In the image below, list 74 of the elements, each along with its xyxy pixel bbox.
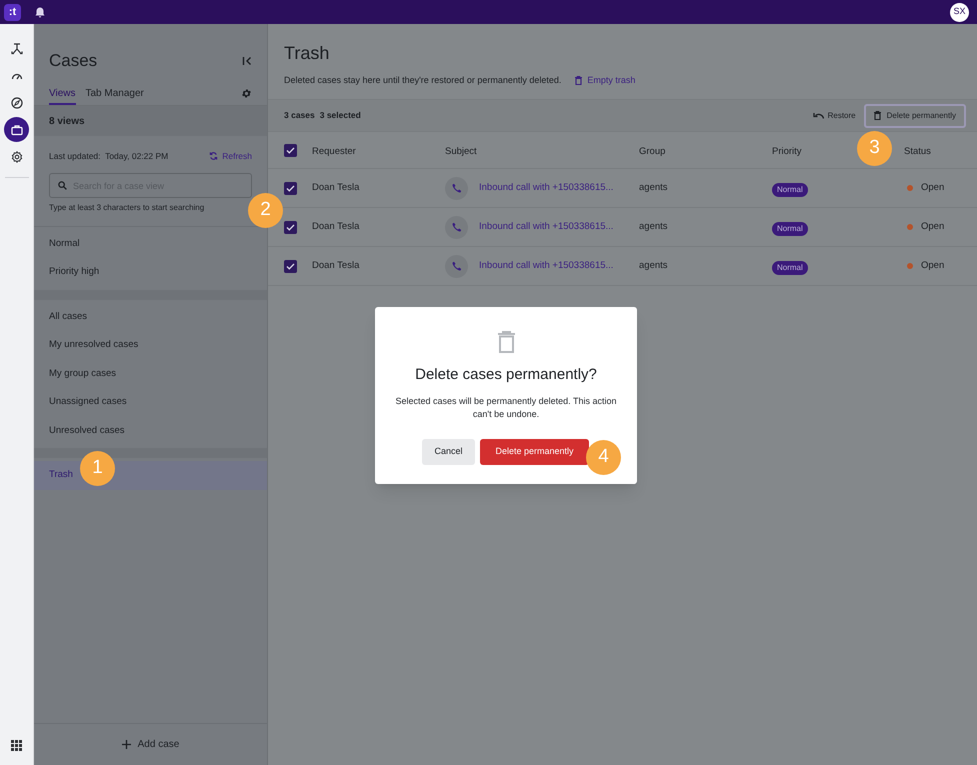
trash-icon [498,331,514,353]
view-list-item[interactable]: Unassigned cases [34,388,267,417]
undo-icon [812,112,824,119]
subject-link[interactable]: Inbound call with +150338615... [479,220,614,234]
last-updated-text: Last updated: Today, 02:22 PM [49,150,168,163]
column-header: Priority [772,146,802,157]
add-case-button[interactable]: Add case [34,724,267,765]
sidebar-title: Cases [49,50,98,72]
priority-badge: Normal [772,222,808,236]
view-list-item[interactable]: My group cases [34,360,267,388]
view-list-item[interactable]: Priority high [34,258,267,287]
search-icon [58,180,67,190]
view-list-item[interactable]: Unresolved cases [34,416,267,446]
selected-count: 3 selected [320,109,361,122]
settings-icon [10,150,22,162]
phone-icon [445,216,468,238]
check-icon [286,146,295,154]
flow-diagram-icon [10,42,22,54]
check-icon [286,262,295,270]
page-description: Deleted cases stay here until they're restored or permanently deleted. [284,74,562,87]
cancel-button[interactable]: Cancel [422,438,475,464]
page-title: Trash [284,42,330,65]
status-text: Open [921,220,944,234]
subject-link[interactable]: Inbound call with +150338615... [479,258,614,274]
plus-icon [122,740,131,749]
empty-trash-link[interactable]: Empty trash [575,74,636,88]
app-logo[interactable]: :t [4,4,21,20]
column-header: Subject [445,146,477,157]
trash-icon [575,76,582,86]
trash-icon [874,111,881,120]
user-avatar[interactable]: SX [950,2,969,22]
status-text: Open [921,258,944,273]
views-count: 8 views [49,114,85,128]
table-cell-text: Doan Tesla [312,258,360,273]
table-cell-text: Doan Tesla [312,220,360,234]
checkbox[interactable] [284,182,297,194]
table-cell-text: agents [639,180,669,195]
column-header: Status [904,146,931,157]
collapse-icon[interactable] [242,56,252,66]
table-cell-text: Doan Tesla [312,180,360,195]
subject-link[interactable]: Inbound call with +150338615... [479,180,614,196]
delete-permanently-button[interactable]: Delete permanently [864,104,966,128]
checkbox[interactable] [284,220,297,234]
checkbox[interactable] [284,144,297,156]
check-icon [286,184,295,192]
view-list-item[interactable]: My unresolved cases [34,331,267,360]
delete-permanently-button[interactable]: Delete permanently [480,438,589,464]
view-list-item[interactable]: All cases [34,302,267,332]
phone-icon [445,254,468,278]
phone-icon [445,176,468,200]
dialog-message: Selected cases will be permanently deleted. This action can't be undone. [394,394,618,420]
sidebar-tab[interactable]: Tab Manager [86,86,144,105]
view-list-item[interactable]: Normal [34,230,267,258]
rail-briefcase-button[interactable] [4,117,29,142]
restore-button[interactable]: Restore [812,110,856,122]
priority-badge: Normal [772,183,808,197]
cases-count: 3 cases [284,109,315,122]
refresh-button[interactable]: Refresh [209,150,252,163]
table-cell-text: agents [639,258,669,273]
refresh-icon [209,151,218,162]
compass-icon [10,96,22,108]
checkbox[interactable] [284,260,297,272]
dialog-title: Delete cases permanently? [415,365,597,385]
check-icon [286,224,295,230]
priority-badge: Normal [772,261,808,275]
column-header: Group [639,146,666,157]
search-hint: Type at least 3 characters to start searching [49,202,206,214]
table-cell-text: agents [639,220,669,234]
briefcase-icon [10,124,22,136]
settings-icon[interactable] [241,88,252,99]
apps-grid-icon[interactable] [11,740,22,751]
bell-icon[interactable] [35,6,45,18]
column-header: Requester [312,146,356,157]
status-text: Open [921,180,944,195]
